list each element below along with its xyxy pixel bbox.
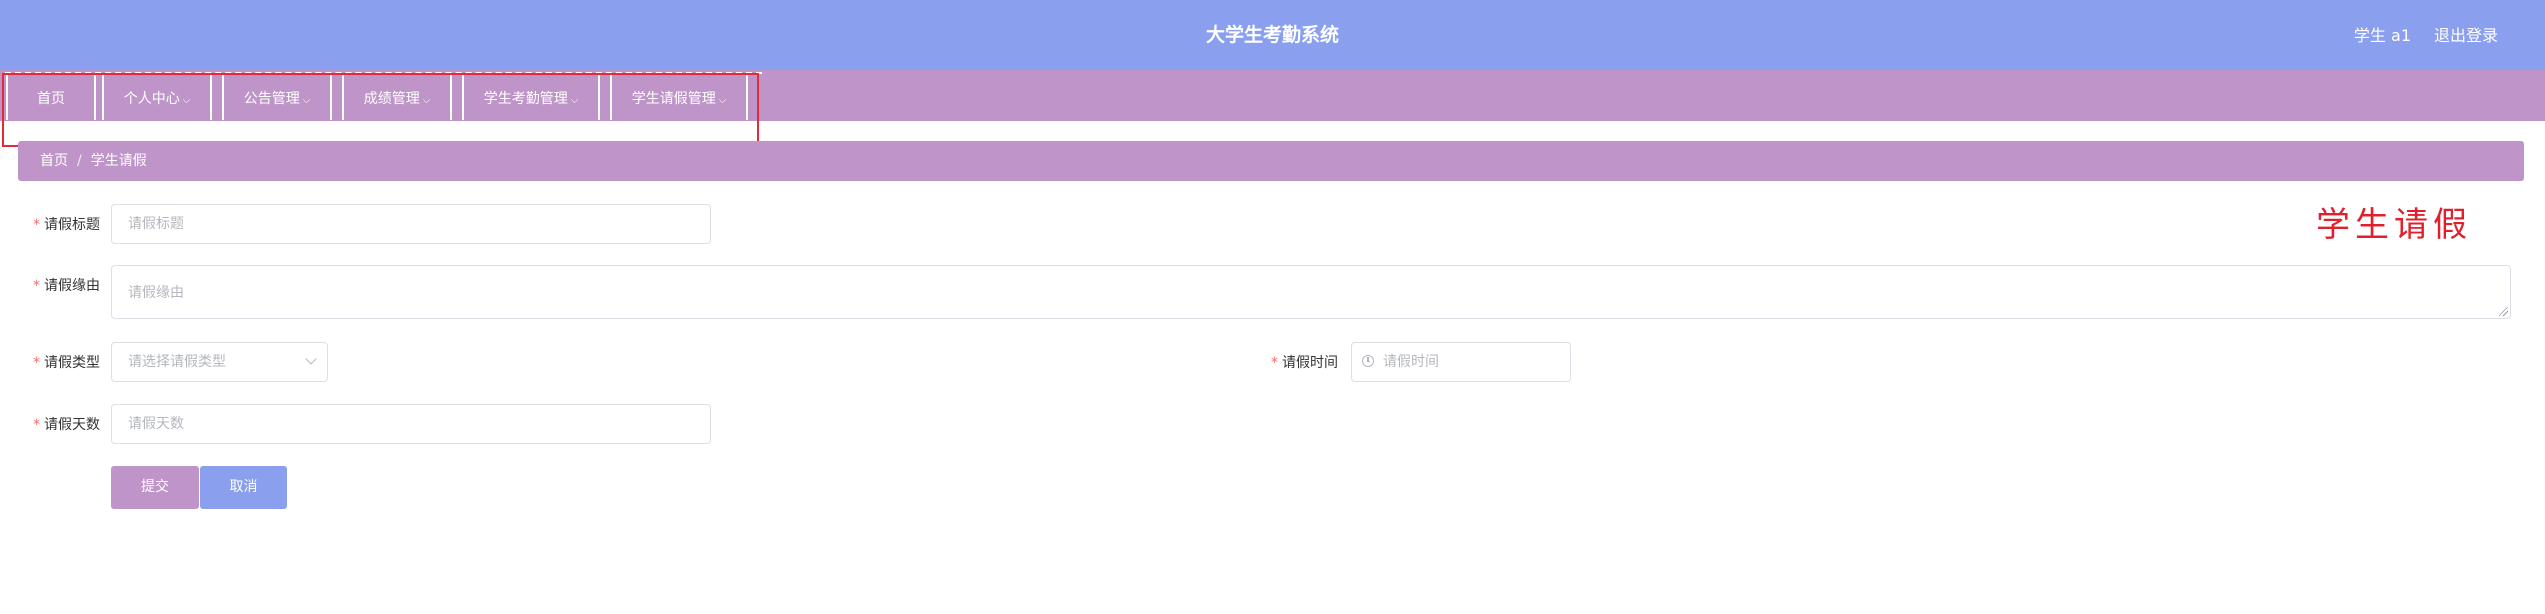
resize-handle-icon[interactable]: [2499, 307, 2508, 316]
chevron-down-icon: ⌵: [302, 95, 311, 106]
app-title: 大学生考勤系统: [1205, 24, 1339, 46]
breadcrumb-home[interactable]: 首页: [40, 153, 68, 169]
nav-item-leave[interactable]: 学生请假管理 ⌵: [610, 74, 748, 120]
required-mark: *: [33, 278, 40, 294]
main-nav: 首页 个人中心 ⌵ 公告管理 ⌵ 成绩管理 ⌵ 学生考勤管理 ⌵ 学生请假管理 ⌵: [0, 70, 2545, 121]
nav-item-personal-center[interactable]: 个人中心 ⌵: [102, 74, 212, 120]
leave-type-placeholder: 请选择请假类型: [128, 354, 226, 370]
chevron-down-icon: ⌵: [422, 95, 431, 106]
cancel-button[interactable]: 取消: [200, 466, 287, 509]
breadcrumb-separator: /: [77, 153, 82, 169]
reason-label-text: 请假缘由: [44, 278, 100, 294]
leave-days-input[interactable]: 请假天数: [111, 404, 711, 444]
days-label: * 请假天数: [20, 414, 100, 434]
leave-title-placeholder: 请假标题: [128, 216, 184, 232]
nav-item-label: 首页: [37, 91, 65, 107]
type-label: * 请假类型: [20, 352, 100, 372]
required-mark: *: [1271, 355, 1278, 371]
submit-button[interactable]: 提交: [111, 466, 199, 509]
current-user: 学生 a1: [2353, 26, 2411, 45]
days-label-text: 请假天数: [44, 417, 100, 433]
nav-item-home[interactable]: 首页: [6, 74, 96, 120]
nav-item-grades[interactable]: 成绩管理 ⌵: [342, 74, 452, 120]
page-label: 学生请假: [2316, 205, 2472, 245]
leave-days-placeholder: 请假天数: [128, 416, 184, 432]
nav-item-announcements[interactable]: 公告管理 ⌵: [222, 74, 332, 120]
logout-link[interactable]: 退出登录: [2434, 22, 2498, 46]
leave-title-input[interactable]: 请假标题: [111, 204, 711, 244]
chevron-down-icon: [305, 353, 317, 365]
time-label-text: 请假时间: [1282, 355, 1338, 371]
type-label-text: 请假类型: [44, 355, 100, 371]
required-mark: *: [33, 355, 40, 371]
chevron-down-icon: ⌵: [570, 95, 579, 106]
nav-item-label: 学生考勤管理: [483, 91, 568, 107]
title-label-text: 请假标题: [44, 217, 100, 233]
nav-item-label: 学生请假管理: [631, 91, 716, 107]
chevron-down-icon: ⌵: [182, 95, 191, 106]
chevron-down-icon: ⌵: [718, 95, 727, 106]
breadcrumb: 首页 / 学生请假: [18, 141, 2524, 181]
breadcrumb-current: 学生请假: [90, 153, 147, 169]
leave-time-placeholder: 请假时间: [1383, 354, 1439, 370]
top-header: 大学生考勤系统 学生 a1 退出登录: [0, 0, 2545, 70]
leave-reason-textarea[interactable]: 请假缘由: [111, 265, 2511, 319]
leave-reason-placeholder: 请假缘由: [128, 285, 184, 301]
leave-type-select[interactable]: 请选择请假类型: [111, 342, 328, 382]
nav-item-attendance[interactable]: 学生考勤管理 ⌵: [462, 74, 600, 120]
leave-time-picker[interactable]: 请假时间: [1351, 342, 1571, 382]
reason-label: * 请假缘由: [20, 275, 100, 295]
required-mark: *: [33, 417, 40, 433]
title-label: * 请假标题: [20, 214, 100, 234]
time-label: * 请假时间: [1258, 352, 1338, 372]
nav-item-label: 成绩管理: [363, 91, 420, 107]
clock-icon: [1362, 355, 1374, 367]
nav-item-label: 个人中心: [123, 91, 180, 107]
required-mark: *: [33, 217, 40, 233]
nav-item-label: 公告管理: [243, 91, 300, 107]
